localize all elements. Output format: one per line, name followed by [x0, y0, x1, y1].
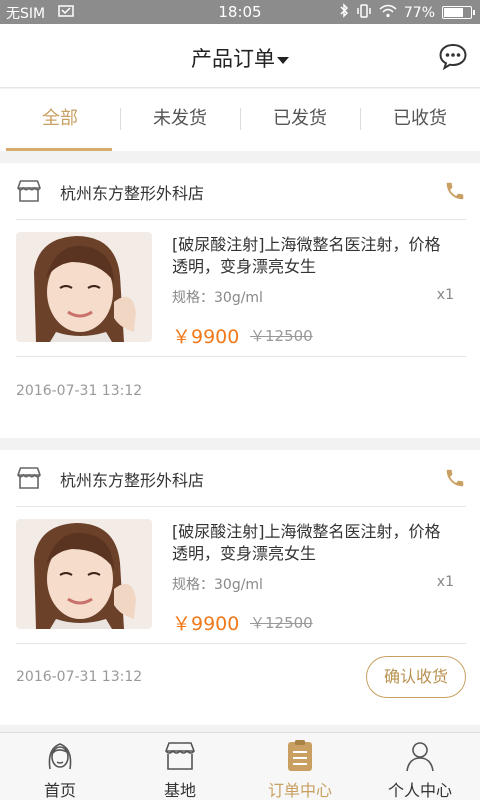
tabbar-home-label: 首页 [43, 781, 76, 800]
tab-shipped[interactable]: 已发货 [240, 89, 360, 151]
order-list-icon [288, 740, 312, 771]
product-quantity: x1 [436, 574, 454, 590]
divider [16, 506, 466, 507]
store-icon [165, 742, 195, 770]
chat-bubble-icon [439, 43, 467, 71]
current-price: ￥9900 [172, 326, 240, 348]
nav-header: 产品订单 [0, 24, 480, 88]
product-quantity: x1 [436, 287, 454, 303]
status-right: 77% [339, 3, 475, 22]
current-price: ￥9900 [172, 613, 240, 635]
tabbar-orders[interactable]: 订单中心 [240, 733, 360, 800]
tabbar-base[interactable]: 基地 [120, 733, 240, 800]
divider [16, 219, 466, 220]
tabbar-base-label: 基地 [163, 781, 196, 800]
product-spec: 规格：30g/ml [172, 577, 263, 593]
bottom-tab-bar: 首页 基地 订单中心 个人中心 [0, 732, 480, 800]
divider [16, 643, 466, 644]
product-title[interactable]: [破尿酸注射]上海微整名医注射，价格透明，变身漂亮女生 [172, 521, 452, 565]
shop-name: 杭州东方整形外科店 [60, 471, 205, 490]
divider [16, 356, 466, 357]
store-icon [17, 180, 41, 202]
shop-name: 杭州东方整形外科店 [60, 184, 205, 203]
vibrate-icon [356, 3, 372, 22]
wifi-icon [379, 4, 397, 22]
original-price: ￥12500 [250, 327, 313, 345]
tabbar-profile-label: 个人中心 [387, 781, 452, 800]
shop-row[interactable]: 杭州东方整形外科店 [0, 163, 480, 219]
page-title: 产品订单 [191, 47, 275, 71]
original-price: ￥12500 [250, 614, 313, 632]
tab-unshipped[interactable]: 未发货 [120, 89, 240, 151]
order-status-tabs: 全部 未发货 已发货 已收货 [0, 89, 480, 151]
battery-icon [442, 6, 475, 19]
battery-fill [444, 8, 463, 17]
product-photo [16, 519, 152, 629]
product-photo [16, 232, 152, 342]
product-title[interactable]: [破尿酸注射]上海微整名医注射，价格透明，变身漂亮女生 [172, 234, 452, 278]
phone-icon[interactable] [444, 180, 466, 202]
shop-row[interactable]: 杭州东方整形外科店 [0, 450, 480, 506]
caret-down-icon [277, 56, 289, 64]
bluetooth-icon [339, 3, 349, 22]
status-bar: 无SIM 18:05 77% [0, 0, 480, 24]
tabbar-orders-label: 订单中心 [267, 781, 332, 800]
product-image[interactable] [16, 519, 152, 629]
face-icon [48, 743, 72, 770]
phone-icon[interactable] [444, 467, 466, 489]
order-card: 杭州东方整形外科店 [破尿酸注射]上海微整名医注射，价格透明，变身漂亮女生 规格… [0, 450, 480, 725]
message-button[interactable] [438, 42, 468, 71]
tab-received[interactable]: 已收货 [360, 89, 480, 151]
person-icon [406, 742, 434, 772]
store-icon [17, 467, 41, 489]
product-spec: 规格：30g/ml [172, 290, 263, 306]
tab-all[interactable]: 全部 [0, 89, 120, 151]
tabbar-home[interactable]: 首页 [0, 733, 120, 800]
order-time: 2016-07-31 13:12 [16, 383, 143, 399]
confirm-receipt-button[interactable]: 确认收货 [366, 656, 466, 698]
order-card: 杭州东方整形外科店 [破尿酸注射]上海微整名医注射，价格透明，变身漂亮女生 规格… [0, 163, 480, 438]
page-title-dropdown[interactable]: 产品订单 [0, 43, 480, 73]
product-image[interactable] [16, 232, 152, 342]
battery-percent: 77% [403, 4, 435, 21]
tabbar-profile[interactable]: 个人中心 [360, 733, 480, 800]
order-time: 2016-07-31 13:12 [16, 669, 143, 685]
